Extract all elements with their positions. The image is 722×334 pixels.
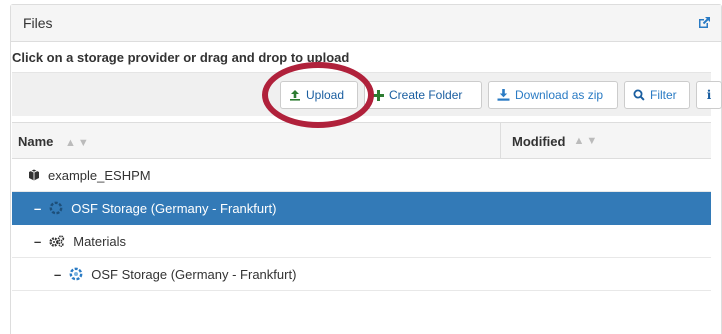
- cogs-icon: [49, 235, 65, 247]
- collapse-toggle[interactable]: –: [34, 234, 41, 249]
- plus-icon: [373, 89, 384, 101]
- sort-arrows-icon[interactable]: ▲▼: [573, 135, 599, 147]
- panel-title: Files: [23, 15, 53, 31]
- search-icon: [633, 89, 645, 101]
- download-zip-label: Download as zip: [515, 88, 604, 102]
- download-zip-button[interactable]: Download as zip: [488, 81, 618, 109]
- upload-icon: [290, 90, 300, 101]
- file-tree-grid: Name ▲▼ Modified ▲▼ example_ESHPM – OSF …: [12, 122, 711, 291]
- tree-row-osf-storage[interactable]: – OSF Storage (Germany - Frankfurt): [12, 258, 711, 291]
- panel-header: Files: [11, 5, 721, 42]
- tree-row-label: OSF Storage (Germany - Frankfurt): [71, 200, 277, 216]
- filter-label: Filter: [650, 88, 677, 102]
- external-link-icon[interactable]: [697, 16, 711, 30]
- filter-button[interactable]: Filter: [624, 81, 690, 109]
- tree-row-label: example_ESHPM: [48, 167, 151, 183]
- collapse-toggle[interactable]: –: [54, 267, 61, 282]
- tree-row-component[interactable]: – Materials: [12, 225, 711, 258]
- collapse-toggle[interactable]: –: [34, 201, 41, 216]
- create-folder-button[interactable]: Create Folder: [364, 81, 482, 109]
- cube-icon: [29, 169, 39, 181]
- create-folder-label: Create Folder: [389, 88, 463, 102]
- tree-row-label: OSF Storage (Germany - Frankfurt): [91, 266, 297, 282]
- osf-storage-icon: [49, 201, 63, 215]
- column-header-name[interactable]: Name ▲▼: [18, 134, 91, 149]
- sort-arrows-icon[interactable]: ▲▼: [65, 137, 91, 149]
- tree-row-osf-storage[interactable]: – OSF Storage (Germany - Frankfurt): [12, 192, 711, 225]
- files-toolbar: Upload Create Folder Download as zip Fil…: [12, 72, 722, 116]
- tree-row-project[interactable]: example_ESHPM: [12, 159, 711, 192]
- info-icon: i: [706, 88, 712, 102]
- osf-storage-icon: [69, 267, 83, 281]
- column-name-label: Name: [18, 134, 54, 149]
- info-button[interactable]: i: [696, 81, 722, 109]
- upload-instructions: Click on a storage provider or drag and …: [12, 50, 350, 65]
- download-icon: [497, 89, 510, 101]
- tree-row-label: Materials: [73, 233, 126, 249]
- column-modified-label: Modified: [512, 133, 566, 149]
- column-header-modified[interactable]: Modified ▲▼: [500, 123, 599, 159]
- grid-header: Name ▲▼ Modified ▲▼: [12, 123, 711, 159]
- upload-button[interactable]: Upload: [280, 81, 358, 109]
- upload-label: Upload: [306, 88, 345, 102]
